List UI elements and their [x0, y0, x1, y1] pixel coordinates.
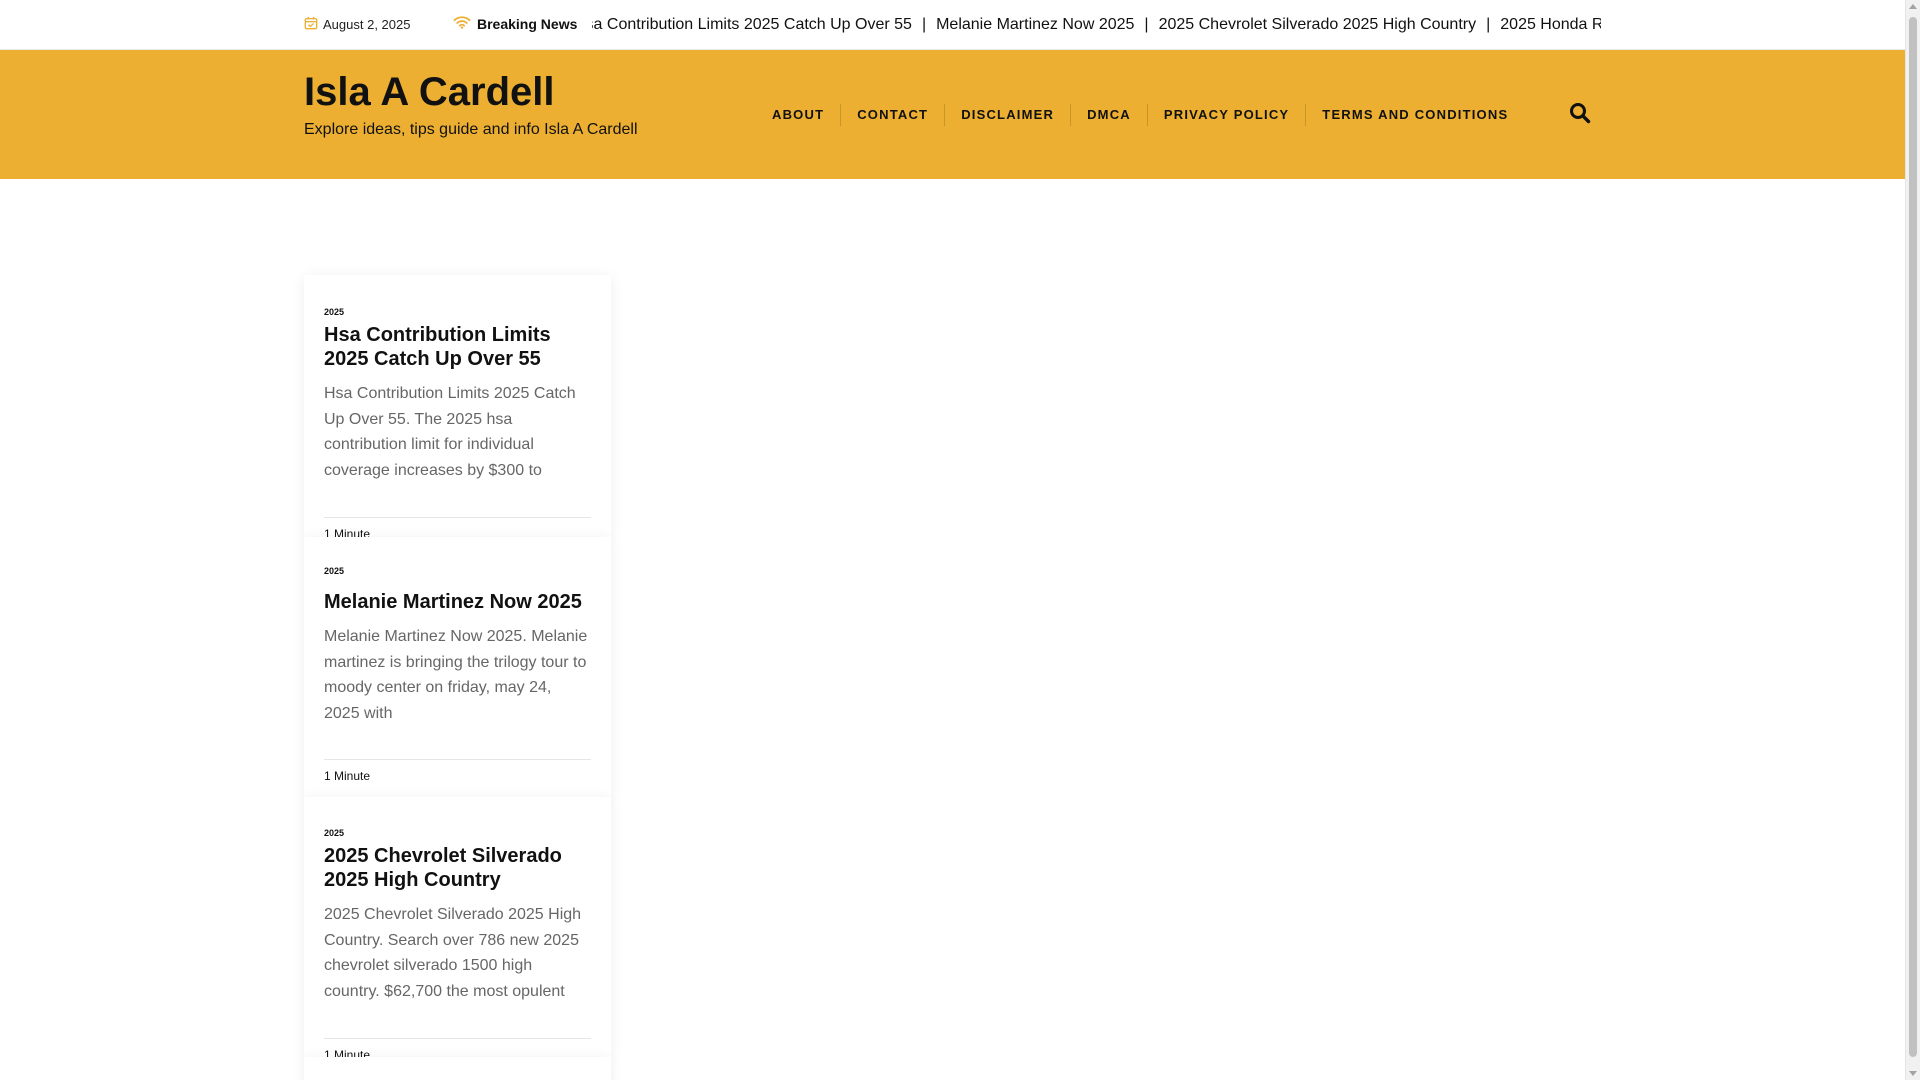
post-card: 2025 2025 Chevrolet Silverado 2025 High …	[304, 797, 611, 1062]
site-header: Isla A Cardell Explore ideas, tips guide…	[0, 50, 1905, 179]
breaking-news-text: Breaking News	[477, 15, 578, 32]
post-card: 2025 Hsa Contribution Limits 2025 Catch …	[304, 275, 611, 541]
news-ticker: Hsa Contribution Limits 2025 Catch Up Ov…	[592, 13, 1601, 37]
scroll-down-arrow-icon[interactable]	[1909, 1071, 1917, 1076]
post-card: 2025 Melanie Martinez Now 2025 Melanie M…	[304, 537, 611, 797]
search-button[interactable]	[1568, 101, 1592, 125]
nav-item-privacy-policy[interactable]: Privacy Policy	[1146, 104, 1305, 126]
nav-item-dmca[interactable]: DMCA	[1070, 104, 1147, 126]
search-icon	[1568, 103, 1592, 129]
card-divider	[324, 759, 591, 760]
ticker-separator: |	[1486, 16, 1491, 33]
scroll-up-arrow-icon[interactable]	[1909, 4, 1917, 9]
ticker-separator: |	[921, 16, 927, 33]
card-divider	[324, 517, 591, 518]
ticker-item[interactable]: 2025 Chevrolet Silverado 2025 High Count…	[1159, 16, 1477, 33]
nav-item-terms-and-conditions[interactable]: Terms and Conditions	[1305, 104, 1524, 126]
main-nav: About Contact Disclaimer DMCA Privacy Po…	[756, 104, 1524, 126]
post-category[interactable]: 2025	[324, 307, 591, 317]
nav-item-disclaimer[interactable]: Disclaimer	[944, 104, 1070, 126]
site-title[interactable]: Isla A Cardell	[304, 70, 554, 115]
post-title[interactable]: Hsa Contribution Limits 2025 Catch Up Ov…	[324, 323, 591, 371]
post-read-time: 1 Minute	[324, 769, 371, 783]
post-excerpt: 2025 Chevrolet Silverado 2025 High Count…	[324, 906, 582, 1000]
post-excerpt: Melanie Martinez Now 2025. Melanie marti…	[324, 628, 588, 722]
ticker-item[interactable]: Melanie Martinez Now 2025	[936, 16, 1134, 33]
post-title[interactable]: Melanie Martinez Now 2025	[324, 590, 591, 614]
site-tagline: Explore ideas, tips guide and info Isla …	[304, 121, 638, 138]
nav-item-about[interactable]: About	[756, 104, 840, 126]
breaking-news-label: Breaking News	[453, 15, 577, 32]
post-excerpt: Hsa Contribution Limits 2025 Catch Up Ov…	[324, 385, 576, 479]
nav-item-contact[interactable]: Contact	[840, 104, 944, 126]
post-category[interactable]: 2025	[324, 828, 591, 838]
page-scrollbar[interactable]	[1905, 0, 1920, 1080]
ticker-item[interactable]: 2025 Honda Ridgeline	[1500, 16, 1601, 33]
ticker-separator: |	[1144, 16, 1149, 33]
ticker-item[interactable]: Hsa Contribution Limits 2025 Catch Up Ov…	[592, 16, 912, 33]
post-card	[304, 1057, 611, 1080]
scrollbar-thumb[interactable]	[1909, 17, 1917, 1057]
post-title[interactable]: 2025 Chevrolet Silverado 2025 High Count…	[324, 844, 591, 892]
date-display: August 2, 2025	[304, 16, 410, 33]
wifi-icon	[453, 15, 471, 32]
calendar-check-icon	[304, 16, 318, 33]
date-text: August 2, 2025	[323, 17, 411, 32]
top-bar: August 2, 2025 Breaking News Hsa Contrib…	[0, 0, 1905, 50]
card-divider	[324, 1038, 591, 1039]
post-category[interactable]: 2025	[324, 566, 591, 576]
